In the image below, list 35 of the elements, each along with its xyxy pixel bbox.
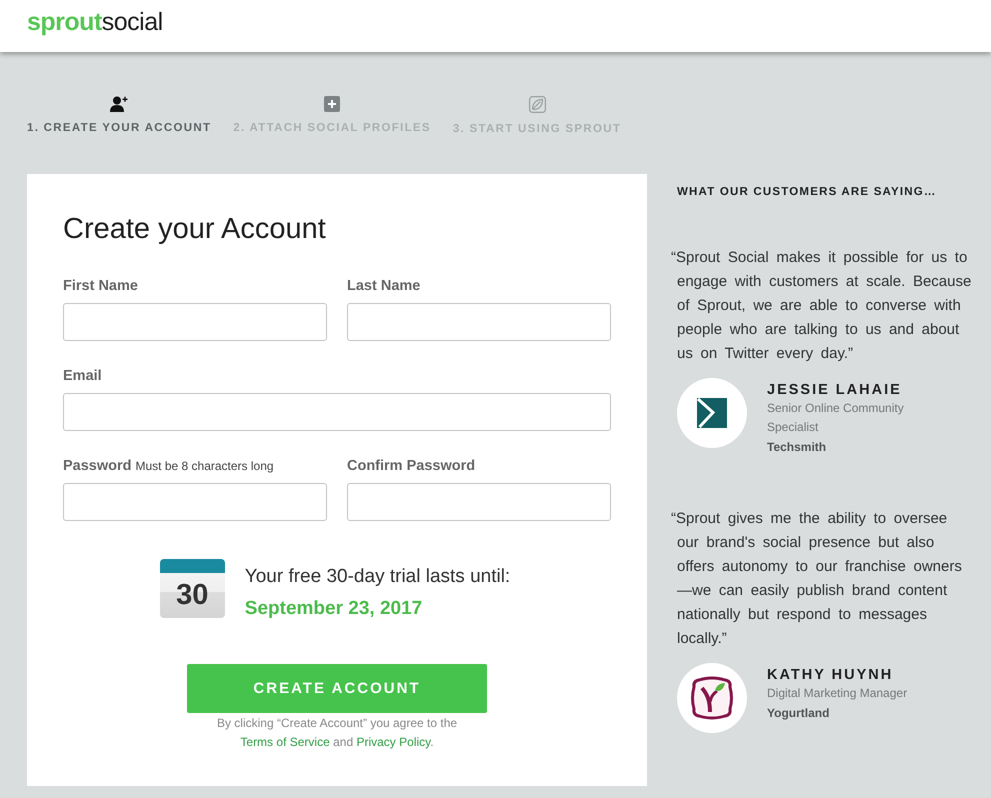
square-logo-icon [677, 378, 747, 448]
person-role: Digital Marketing Manager [767, 685, 908, 702]
logo: sproutsocial [27, 8, 163, 36]
legal-notice: By clicking “Create Account” you agree to the Terms of Service and Privacy Policy. [216, 715, 458, 751]
field-label: First Name [63, 278, 138, 295]
text-input[interactable] [63, 483, 327, 521]
person-name: JESSIE LAHAIE [767, 381, 903, 399]
field-label: Confirm Password [347, 458, 476, 475]
step-tab[interactable]: 1. CREATE YOUR ACCOUNT [27, 96, 212, 136]
testimonial-quote: “Sprout Social makes it possible for us to engage with customers at scale. Because of Sprout, we are able to converse with people who are talking to us and about us on Twitter every day.” [671, 248, 972, 364]
testimonial-quote: “Sprout gives me the ability to oversee our brand's social presence but also offers autonomy to our franchise owners—we can easily publish brand content nationally but respond to messages locally.” [671, 509, 963, 649]
trial-text: Your free 30-day trial lasts until: [244, 565, 510, 589]
text-input[interactable] [63, 303, 327, 341]
leaf-logo-icon [677, 663, 747, 733]
section-heading: WHAT OUR CUSTOMERS ARE SAYING… [676, 185, 938, 200]
text-input[interactable] [347, 483, 611, 521]
person-role: Senior Online Community Specialist [767, 400, 905, 436]
leaf-icon [528, 96, 546, 113]
form-title: Create your Account [63, 212, 327, 247]
company-name: Techsmith [767, 439, 828, 456]
field-label: Password [63, 458, 132, 475]
company-name: Yogurtland [767, 705, 830, 722]
text-input[interactable] [63, 393, 611, 431]
field-label: Last Name [347, 278, 420, 295]
calendar-date: 30 [160, 559, 225, 618]
privacy-link[interactable]: Privacy Policy [356, 735, 430, 749]
terms-link[interactable]: Terms of Service [240, 735, 330, 749]
plus-square-icon [324, 96, 340, 112]
text-input[interactable] [347, 303, 611, 341]
field-hint: Must be 8 characters long [136, 458, 274, 475]
person-name: KATHY HUYNH [767, 666, 894, 684]
person-plus-icon [110, 96, 129, 112]
trial-end-date: September 23, 2017 [244, 597, 424, 621]
field-label: Email [63, 368, 102, 385]
create-account-button[interactable]: CREATE ACCOUNT [187, 664, 487, 713]
